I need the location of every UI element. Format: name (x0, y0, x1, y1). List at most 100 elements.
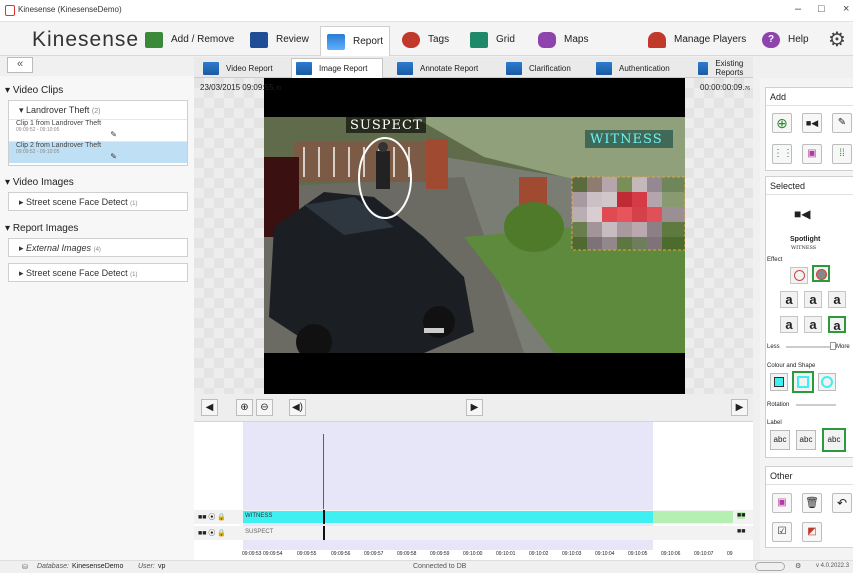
manage-players-icon (648, 31, 666, 48)
effect-text-3[interactable]: a (828, 291, 846, 308)
spotlight-icon: ■◀ (805, 118, 819, 128)
track-bar-witness[interactable] (243, 511, 653, 523)
add-image-button[interactable]: ▣ (802, 144, 822, 164)
spotlight-subtitle: WITNESS (791, 245, 817, 251)
help-icon: ? (762, 31, 780, 48)
section-video-clips[interactable]: ▾ Video Clips (5, 85, 63, 96)
section-video-images[interactable]: ▾ Video Images (5, 177, 74, 188)
selected-section: Selected ■◀ Spotlight WITNESS Effect a a… (765, 176, 853, 458)
label-style-button[interactable]: abc (796, 430, 816, 450)
tab-annotate-report[interactable]: Annotate Report (393, 58, 478, 78)
export-button[interactable]: ☑ (772, 522, 792, 542)
shape-circle-button[interactable] (818, 373, 836, 391)
menu-report[interactable]: Report (320, 26, 391, 56)
rotation-slider[interactable] (796, 404, 836, 406)
trash-icon: 🗑 (805, 497, 819, 509)
edit-pencil-icon[interactable]: ✎ (110, 130, 117, 139)
brand-logo: Kinesense (32, 28, 140, 51)
section-report-images[interactable]: ▾ Report Images (5, 223, 78, 234)
audio-button[interactable]: ◀) (289, 399, 306, 416)
gear-icon: ⚙ (828, 28, 846, 51)
add-spotlight-button[interactable]: ■◀ (802, 113, 822, 133)
colour-swatch-button[interactable] (770, 373, 788, 391)
effect-text-1[interactable]: a (780, 291, 798, 308)
intensity-slider[interactable] (786, 346, 834, 348)
label-box-button[interactable]: abc (822, 428, 846, 452)
effect-text-6[interactable]: a (828, 316, 846, 333)
previous-frame-button[interactable]: ◀ (201, 399, 218, 416)
effect-text-5[interactable]: a (804, 316, 822, 333)
minimize-button[interactable]: – (795, 3, 801, 15)
tick-label: 09:09:55 (297, 551, 317, 557)
tick-label: 09:10:05 (628, 551, 648, 557)
track-controls-witness[interactable]: ■■ ⦿ 🔒 (198, 512, 226, 522)
tick-label: 09:10:04 (595, 551, 615, 557)
status-bar: ⛁ Database: KinesenseDemo User: vp Conne… (0, 560, 853, 573)
snapshot-button[interactable]: ▣ (772, 493, 792, 513)
track-end-icon[interactable]: ■■ (737, 528, 745, 535)
effect-outline-button[interactable] (790, 267, 808, 284)
delete-button[interactable]: 🗑 (802, 493, 822, 513)
effect-text-2[interactable]: a (804, 291, 822, 308)
undo-icon: ↶ (836, 496, 848, 510)
video-image-item[interactable]: ▸ Street scene Face Detect (1) (8, 192, 188, 211)
add-effect-button[interactable]: ⋮⋮ (772, 144, 793, 164)
tab-authentication[interactable]: Authentication (592, 58, 670, 78)
arrow-left-icon: ◀ (205, 402, 214, 413)
settings-small-icon[interactable]: ⚙ (795, 562, 801, 570)
grid-icon (470, 31, 488, 48)
witness-label[interactable]: WITNESS (590, 132, 663, 147)
pdf-button[interactable]: ◩ (802, 522, 822, 542)
report-image-face-detect[interactable]: ▸ Street scene Face Detect (1) (8, 263, 188, 282)
maps-icon (538, 31, 556, 48)
menu-tags[interactable]: Tags (402, 26, 449, 53)
menu-manage-players[interactable]: Manage Players (648, 26, 746, 53)
zoom-plus-icon: ⊕ (776, 115, 788, 131)
tab-video-report[interactable]: Video Report (199, 58, 273, 78)
edit-pencil-icon[interactable]: ✎ (110, 152, 117, 161)
clip-item-2[interactable]: Clip 2 from Landrover Theft 09:09:52 - 09… (9, 141, 187, 163)
report-image-external[interactable]: ▸ External Images (4) (8, 238, 188, 257)
track-witness[interactable]: ■■ ⦿ 🔒 WITNESS ■■ (194, 510, 753, 524)
track-suspect[interactable]: ■■ ⦿ 🔒 SUSPECT ■■ (194, 526, 753, 540)
menu-grid[interactable]: Grid (470, 26, 515, 53)
undo-button[interactable]: ↶ (832, 493, 852, 513)
close-button[interactable]: × (843, 3, 849, 15)
tick-label: 09:10:02 (529, 551, 549, 557)
clip-item-1[interactable]: Clip 1 from Landrover Theft 09:09:52 - 09… (9, 119, 187, 141)
effect-text-4[interactable]: a (780, 316, 798, 333)
playhead[interactable] (323, 434, 324, 509)
suspect-label[interactable]: SUSPECT (350, 118, 423, 133)
circle-outline-icon (821, 376, 833, 388)
zoom-in-button[interactable]: ⊕ (236, 399, 253, 416)
tick-label: 09:09:58 (397, 551, 417, 557)
tab-image-report[interactable]: Image Report (291, 58, 383, 78)
menu-help[interactable]: ? Help (762, 26, 809, 53)
clip-group-landrover[interactable]: ▾ Landrover Theft (2) (9, 101, 187, 119)
track-marker (323, 510, 325, 524)
video-frame[interactable]: SUSPECT WITNESS (264, 117, 685, 353)
menu-add-remove[interactable]: Add / Remove (145, 26, 234, 53)
play-button[interactable]: ▶ (466, 399, 483, 416)
maximize-button[interactable]: □ (818, 3, 825, 15)
menu-review[interactable]: Review (250, 26, 309, 53)
tab-clarification[interactable]: Clarification (502, 58, 571, 78)
tab-existing-reports[interactable]: Existing Reports (694, 58, 753, 78)
settings-button[interactable]: ⚙ (828, 26, 853, 53)
collapse-panel-button[interactable]: « (7, 57, 33, 73)
label-add-button[interactable]: abc (770, 430, 790, 450)
image-report-icon (296, 62, 312, 75)
add-pen-button[interactable]: ✎ (832, 113, 852, 133)
track-end-icon[interactable]: ■■ (737, 512, 746, 519)
zoom-out-button[interactable]: ⊖ (256, 399, 273, 416)
menu-maps[interactable]: Maps (538, 26, 588, 53)
colour-shape-label: Colour and Shape (767, 363, 816, 369)
effect-filled-button[interactable] (812, 265, 830, 282)
shape-rect-button[interactable] (792, 371, 814, 393)
track-controls-suspect[interactable]: ■■ ⦿ 🔒 (198, 528, 226, 538)
next-frame-button[interactable]: ▶ (731, 399, 748, 416)
app-logo-icon (5, 5, 15, 16)
version-label: v 4.0.2022.3 (816, 563, 850, 569)
add-audio-button[interactable]: ⁞⁞ (832, 144, 852, 164)
add-zoom-button[interactable]: ⊕ (772, 113, 792, 133)
